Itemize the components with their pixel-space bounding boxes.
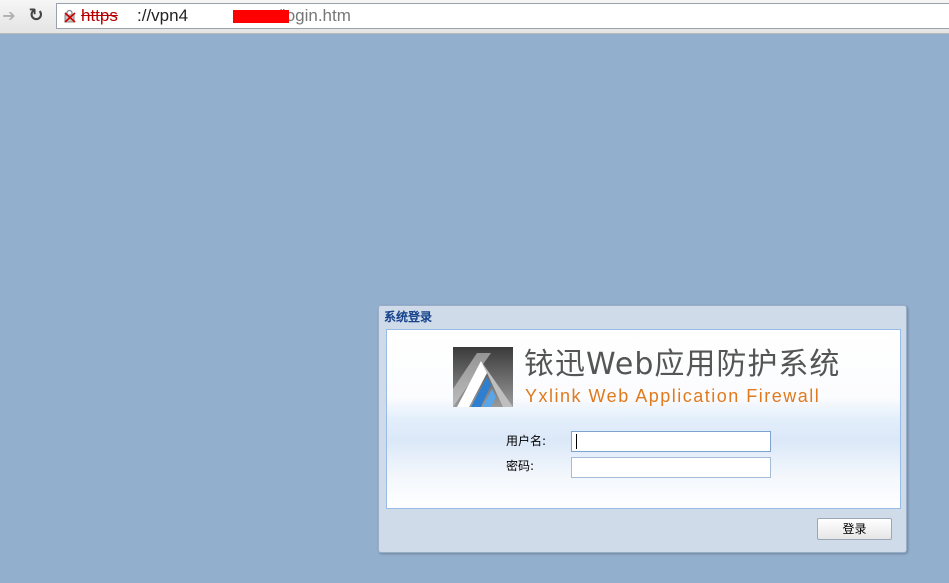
yxlink-logo-icon [453, 347, 513, 407]
redaction-block [233, 10, 289, 23]
text-caret [576, 434, 577, 449]
password-input[interactable] [571, 457, 771, 478]
login-dialog: 系统登录 铱迅Web应用防护系统 Yxlink Web Application … [378, 305, 907, 553]
login-panel: 铱迅Web应用防护系统 Yxlink Web Application Firew… [386, 329, 901, 509]
url-scheme: https [81, 6, 118, 25]
login-button[interactable]: 登录 [817, 518, 892, 540]
url-host-start: ://vpn4 [137, 6, 189, 25]
password-label: 密码: [506, 459, 535, 473]
username-label: 用户名: [506, 434, 547, 448]
broken-lock-icon [64, 9, 76, 23]
reload-icon: ↻ [28, 5, 44, 26]
forward-button[interactable]: ➔ [0, 7, 18, 25]
username-input[interactable] [571, 431, 771, 452]
arrow-right-icon: ➔ [2, 6, 16, 25]
address-bar[interactable]: https ://vpn4u.cn/login.htm [56, 3, 949, 29]
product-name-cn: 铱迅Web应用防护系统 [524, 347, 841, 382]
reload-button[interactable]: ↻ [26, 6, 46, 26]
product-name-en: Yxlink Web Application Firewall [525, 386, 821, 406]
dialog-title: 系统登录 [384, 310, 433, 324]
browser-toolbar: ➔ ↻ https ://vpn4u.cn/login.htm [0, 0, 949, 34]
